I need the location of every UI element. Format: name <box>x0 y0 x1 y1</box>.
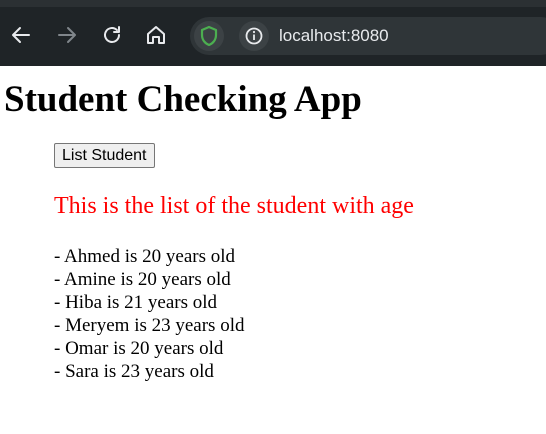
address-bar[interactable]: localhost:8080 <box>190 17 546 55</box>
student-list-heading: This is the list of the student with age <box>54 193 414 219</box>
arrow-left-icon <box>12 27 30 43</box>
page-title: Student Checking App <box>4 79 362 120</box>
list-item: - Sara is 23 years old <box>54 361 214 382</box>
forward-button[interactable] <box>52 20 82 50</box>
arrow-right-icon <box>58 27 76 43</box>
list-item: - Hiba is 21 years old <box>54 292 218 313</box>
reload-icon <box>104 26 120 43</box>
site-info-button[interactable] <box>239 21 269 51</box>
info-icon <box>245 27 263 45</box>
list-student-button[interactable]: List Student <box>54 143 155 168</box>
list-item: - Meryem is 23 years old <box>54 315 245 336</box>
back-button[interactable] <box>6 20 36 50</box>
student-list: - Ahmed is 20 years old - Amine is 20 ye… <box>54 245 546 383</box>
browser-toolbar: localhost:8080 <box>0 0 546 66</box>
reload-button[interactable] <box>97 20 127 50</box>
main-content: List Student This is the list of the stu… <box>54 121 546 383</box>
home-icon <box>147 26 165 44</box>
home-button[interactable] <box>141 20 171 50</box>
shield-icon <box>200 25 218 47</box>
list-item: - Omar is 20 years old <box>54 338 224 359</box>
list-item: - Amine is 20 years old <box>54 269 231 290</box>
shield-button[interactable] <box>194 21 224 51</box>
page-content: Student Checking App List Student This i… <box>0 66 546 383</box>
list-item: - Ahmed is 20 years old <box>54 246 236 267</box>
url-text[interactable]: localhost:8080 <box>279 26 389 46</box>
